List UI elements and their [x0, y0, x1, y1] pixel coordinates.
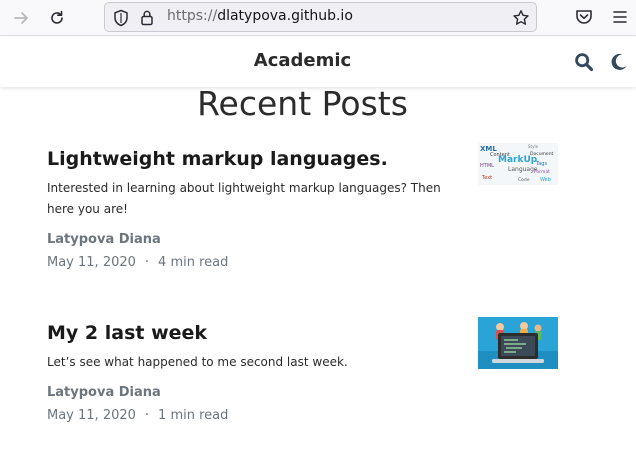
post-meta: May 11, 2020 · 4 min read	[47, 255, 567, 270]
word-cloud-word: Format	[534, 169, 550, 175]
post-summary: Let’s see what happened to me second las…	[47, 355, 348, 369]
shield-icon[interactable]	[113, 9, 129, 31]
word-cloud-word: Style	[528, 144, 539, 149]
post-date: May 11, 2020	[47, 408, 136, 423]
url-text[interactable]: https://dlatypova.github.io	[167, 8, 353, 24]
word-cloud-word: Tags	[535, 161, 547, 167]
post-read-time: 1 min read	[158, 408, 229, 423]
bookmark-star-icon[interactable]	[512, 9, 530, 31]
meta-separator: ·	[144, 408, 150, 423]
hamburger-menu-icon[interactable]	[610, 7, 630, 31]
laptop-illustration-image	[478, 317, 558, 369]
browser-toolbar: https://dlatypova.github.io	[0, 0, 636, 36]
section-title: Recent Posts	[197, 84, 408, 123]
word-cloud-word: Text	[481, 175, 492, 181]
post-author-link[interactable]: Latypova Diana	[47, 232, 567, 247]
post-meta: May 11, 2020 · 1 min read	[47, 408, 567, 423]
url-bar[interactable]: https://dlatypova.github.io	[104, 2, 537, 32]
post-thumbnail-laptop[interactable]	[478, 317, 558, 369]
reload-button[interactable]	[45, 6, 69, 30]
arrow-left-icon	[14, 12, 28, 24]
pocket-icon[interactable]	[574, 7, 594, 31]
back-button[interactable]	[9, 6, 33, 30]
site-navbar: Academic	[0, 37, 636, 87]
word-cloud-word: Document	[530, 151, 554, 157]
word-cloud-word: Web	[540, 177, 551, 183]
meta-separator: ·	[144, 255, 150, 270]
post-thumbnail-word-cloud[interactable]: XML MarkUp Content Language HTML Text Do…	[478, 143, 558, 185]
word-cloud-word: Code	[518, 177, 530, 183]
word-cloud-word: Content	[490, 152, 510, 158]
search-icon[interactable]	[574, 52, 594, 76]
post-date: May 11, 2020	[47, 255, 136, 270]
dark-mode-toggle-icon[interactable]	[609, 52, 629, 76]
url-host: dlatypova.github.io	[217, 8, 353, 24]
reload-icon	[51, 10, 63, 24]
lock-icon[interactable]	[140, 9, 154, 31]
word-cloud-word: HTML	[480, 163, 494, 169]
post-read-time: 4 min read	[158, 255, 229, 270]
word-cloud-image: XML MarkUp Content Language HTML Text Do…	[478, 143, 558, 185]
post-summary: Interested in learning about lightweight…	[47, 181, 441, 216]
site-brand[interactable]: Academic	[0, 50, 605, 71]
post-author-link[interactable]: Latypova Diana	[47, 385, 567, 400]
url-protocol: https://	[167, 8, 218, 24]
